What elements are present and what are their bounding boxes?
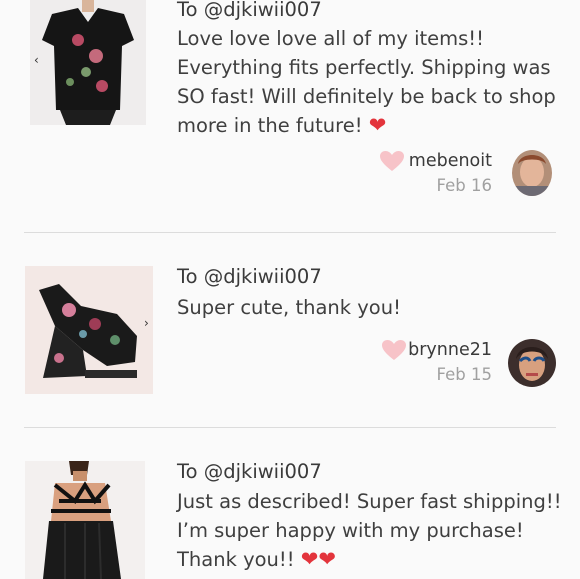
review-item: To @djkiwii007 Just as described! Super … bbox=[0, 428, 580, 579]
review-date: Feb 16 bbox=[436, 176, 492, 195]
heart-emoji: ❤❤ bbox=[300, 547, 336, 571]
review-item: ‹ To @djkiwii007 Love love love all of m… bbox=[0, 0, 580, 232]
review-text: Super cute, thank you! bbox=[177, 296, 401, 319]
review-message: Just as described! Super fast shipping!!… bbox=[177, 487, 562, 574]
review-text: Love love love all of my items!! Everyth… bbox=[177, 27, 556, 137]
avatar[interactable] bbox=[512, 150, 552, 196]
review-message: Love love love all of my items!! Everyth… bbox=[177, 24, 562, 140]
listing-thumbnail[interactable] bbox=[25, 266, 153, 394]
heart-icon[interactable] bbox=[381, 339, 407, 361]
recipient-label: To @djkiwii007 bbox=[177, 265, 322, 288]
recipient-label: To @djkiwii007 bbox=[177, 0, 322, 21]
listing-thumbnail[interactable] bbox=[25, 461, 145, 579]
review-date: Feb 15 bbox=[436, 365, 492, 384]
listing-thumbnail[interactable] bbox=[30, 0, 146, 125]
reviewer-username[interactable]: mebenoit bbox=[409, 151, 492, 171]
chevron-right-icon[interactable]: › bbox=[144, 316, 149, 330]
reviewer-username[interactable]: brynne21 bbox=[408, 340, 492, 360]
recipient-label: To @djkiwii007 bbox=[177, 460, 322, 483]
review-item: › To @djkiwii007 Super cute, thank you! … bbox=[0, 233, 580, 428]
heart-icon[interactable] bbox=[379, 150, 405, 172]
chevron-left-icon[interactable]: ‹ bbox=[34, 53, 39, 67]
avatar[interactable] bbox=[508, 339, 556, 387]
review-message: Super cute, thank you! bbox=[177, 293, 562, 322]
heart-emoji: ❤ bbox=[368, 113, 387, 137]
review-text: Just as described! Super fast shipping!!… bbox=[177, 490, 562, 571]
